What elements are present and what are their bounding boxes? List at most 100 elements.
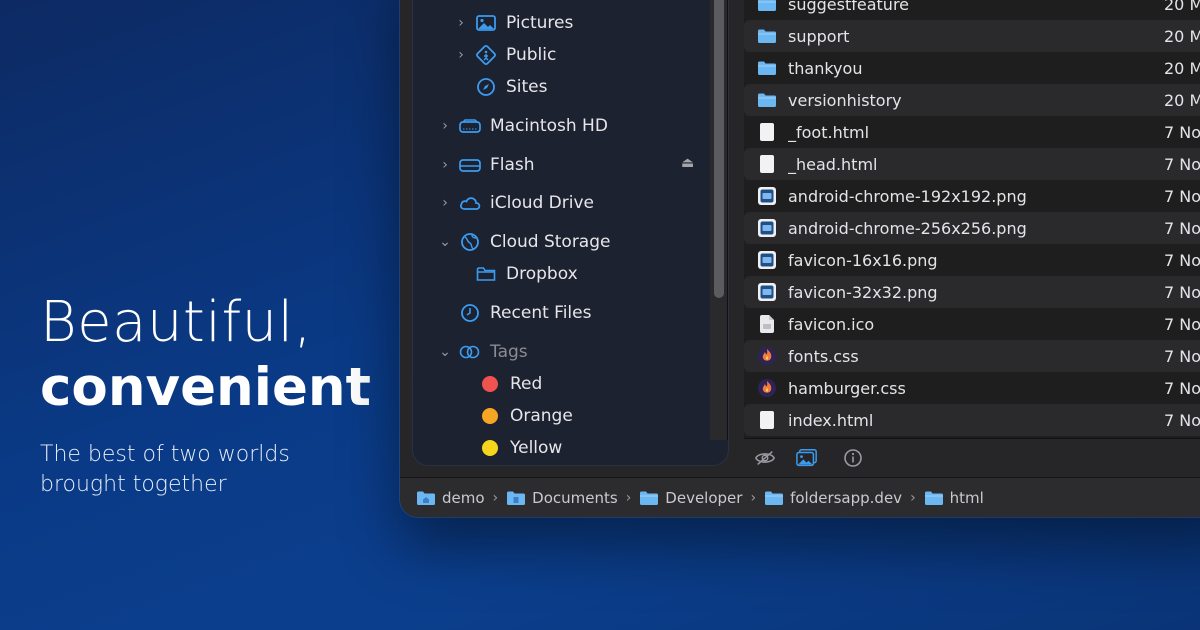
tag-icon [459, 341, 481, 363]
file-row[interactable]: suggestfeature 20 M [744, 0, 1200, 20]
sidebar-item-dropbox[interactable]: Dropbox [475, 260, 578, 288]
file-row[interactable]: android-chrome-192x192.png 7 No [744, 180, 1200, 212]
sidebar-item-recent-files[interactable]: Recent Files [459, 299, 591, 327]
sidebar-item-label: Sites [506, 77, 548, 97]
png-file-icon [756, 282, 778, 302]
file-name: favicon-32x32.png [788, 282, 938, 302]
info-icon[interactable] [842, 448, 864, 468]
red-tag-dot-icon [482, 376, 498, 392]
hero-subtitle-line1: The best of two worlds [40, 442, 290, 467]
breadcrumb-label: Developer [665, 488, 743, 507]
breadcrumb-html[interactable]: html [924, 489, 984, 507]
file-row[interactable]: index.html 7 No [744, 404, 1200, 436]
file-name: android-chrome-256x256.png [788, 218, 1027, 238]
breadcrumb-label: Documents [532, 488, 618, 507]
chevron-down-icon[interactable]: ⌄ [437, 234, 453, 250]
file-name: fonts.css [788, 346, 859, 366]
chevron-right-icon: › [910, 489, 916, 506]
file-date: 7 No [1164, 122, 1200, 142]
eye-slash-icon[interactable] [754, 448, 776, 468]
file-row[interactable]: _head.html 7 No [744, 148, 1200, 180]
eject-icon[interactable]: ⏏ [681, 155, 694, 171]
sidebar-tag-red[interactable]: Red [479, 370, 542, 398]
file-row[interactable]: favicon.ico 7 No [744, 308, 1200, 340]
file-row[interactable]: thankyou 20 M [744, 52, 1200, 84]
documents-folder-icon [507, 491, 526, 505]
hero-subtitle-line2: brought together [40, 472, 227, 497]
chevron-right-icon[interactable]: › [437, 118, 453, 134]
chevron-right-icon: › [625, 489, 632, 506]
gallery-view-icon[interactable] [796, 448, 818, 468]
sidebar-tag-yellow[interactable]: Yellow [479, 434, 562, 462]
breadcrumb-label: html [949, 488, 984, 507]
file-date: 7 No [1164, 346, 1200, 366]
orange-tag-dot-icon [482, 408, 498, 424]
file-row[interactable]: hamburger.css 7 No [744, 372, 1200, 404]
sidebar: › Pictures › Public Sites › Macintosh HD… [412, 0, 729, 466]
chevron-right-icon: › [492, 489, 499, 506]
file-date: 7 No [1164, 186, 1200, 206]
public-icon [475, 44, 497, 66]
folder-icon [756, 28, 778, 44]
breadcrumb-demo[interactable]: demo [416, 489, 485, 507]
chevron-right-icon[interactable]: › [453, 47, 469, 63]
hero-title-bold: convenient [40, 357, 371, 418]
file-list: suggestfeature 20 M support 20 M thankyo… [744, 0, 1200, 438]
developer-folder-icon [640, 491, 659, 505]
file-date: 20 M [1164, 90, 1200, 110]
drive-icon [459, 154, 481, 176]
hero: Beautiful, convenient The best of two wo… [40, 290, 400, 500]
sidebar-item-label: Dropbox [506, 264, 578, 284]
file-date: 20 M [1164, 58, 1200, 78]
ico-file-icon [756, 314, 778, 334]
breadcrumb-developer[interactable]: Developer [639, 489, 742, 507]
sidebar-item-public[interactable]: › Public [453, 41, 556, 69]
file-name: versionhistory [788, 90, 902, 110]
sidebar-item-cloud-storage[interactable]: ⌄ Cloud Storage [437, 228, 610, 256]
chevron-down-icon[interactable]: ⌄ [437, 344, 453, 360]
sidebar-item-tags[interactable]: ⌄ Tags [437, 338, 528, 366]
file-name: android-chrome-192x192.png [788, 186, 1027, 206]
sidebar-scrollbar[interactable] [710, 0, 728, 440]
file-name: suggestfeature [788, 0, 910, 14]
disk-icon [459, 115, 481, 137]
html-file-icon [756, 154, 778, 174]
chevron-right-icon[interactable]: › [437, 195, 453, 211]
file-name: favicon-16x16.png [788, 250, 938, 270]
file-date: 7 No [1164, 378, 1200, 398]
file-row[interactable]: android-chrome-256x256.png 7 No [744, 212, 1200, 244]
folder-icon [475, 263, 497, 285]
globe-icon [459, 231, 481, 253]
sidebar-item-flash[interactable]: › Flash [437, 151, 535, 179]
file-row[interactable]: versionhistory 20 M [744, 84, 1200, 116]
sidebar-scrollbar-thumb[interactable] [714, 0, 724, 298]
sidebar-tag-orange[interactable]: Orange [479, 402, 573, 430]
breadcrumb-foldersapp-dev[interactable]: foldersapp.dev [764, 489, 902, 507]
file-date: 7 No [1164, 282, 1200, 302]
file-row[interactable]: support 20 M [744, 20, 1200, 52]
file-row[interactable]: favicon-32x32.png 7 No [744, 276, 1200, 308]
file-date: 7 No [1164, 250, 1200, 270]
sidebar-item-label: Flash [490, 155, 535, 175]
hero-title-light: Beautiful, [40, 290, 313, 355]
file-date: 7 No [1164, 154, 1200, 174]
folder-icon [756, 0, 778, 12]
file-date: 7 No [1164, 218, 1200, 238]
sidebar-item-sites[interactable]: Sites [475, 73, 548, 101]
bottom-toolbar [744, 438, 1200, 476]
file-row[interactable]: _foot.html 7 No [744, 116, 1200, 148]
file-row[interactable]: fonts.css 7 No [744, 340, 1200, 372]
file-date: 20 M [1164, 0, 1200, 14]
breadcrumb-documents[interactable]: Documents [506, 489, 618, 507]
sidebar-item-pictures[interactable]: › Pictures [453, 9, 573, 37]
chevron-right-icon[interactable]: › [453, 15, 469, 31]
css-file-icon [756, 378, 778, 398]
sidebar-item-icloud-drive[interactable]: › iCloud Drive [437, 189, 594, 217]
sidebar-item-label: Macintosh HD [490, 116, 608, 136]
sidebar-item-macintosh-hd[interactable]: › Macintosh HD [437, 112, 608, 140]
compass-icon [475, 76, 497, 98]
file-row[interactable]: favicon-16x16.png 7 No [744, 244, 1200, 276]
sidebar-tag-label: Red [510, 374, 543, 394]
html-file-icon [756, 122, 778, 142]
chevron-right-icon[interactable]: › [437, 157, 453, 173]
